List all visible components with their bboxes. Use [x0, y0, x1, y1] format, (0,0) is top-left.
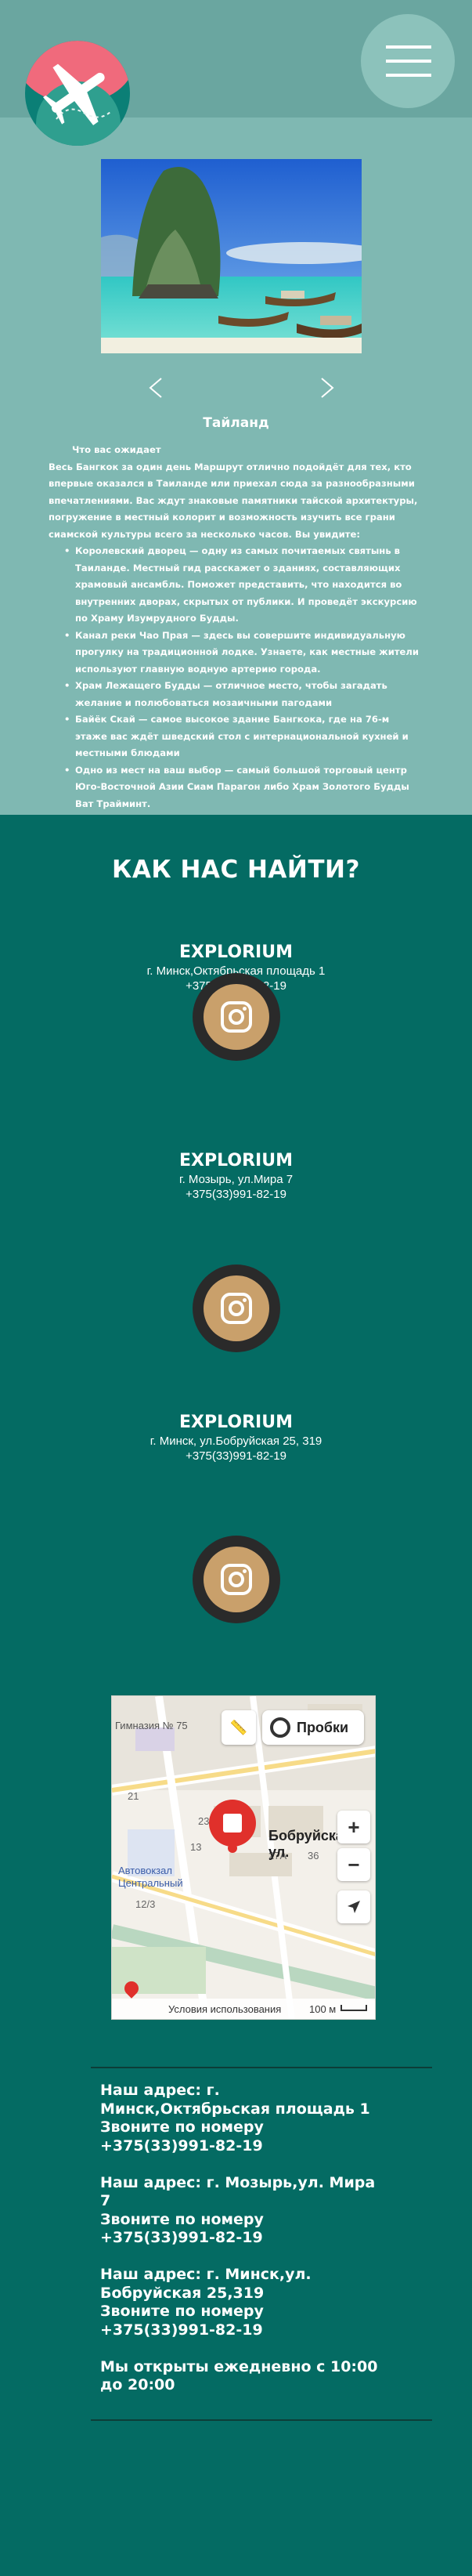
zoom-out-button[interactable]: − — [337, 1848, 370, 1881]
place-name: EXPLORIUM — [179, 1151, 293, 1170]
instagram-icon[interactable] — [193, 1264, 280, 1352]
list-item: Байёк Скай — самое высокое здание Бангко… — [64, 711, 424, 762]
footer-address-block: Наш адрес: г. Минск,ул. Бобруйская 25,31… — [100, 2266, 312, 2339]
location-map[interactable]: Гимназия № 75 Автовокзал Центральный 27А… — [111, 1695, 376, 2020]
article-intro: Весь Бангкок за один день Маршрут отличн… — [49, 461, 418, 540]
ruler-icon[interactable]: 📏 — [222, 1710, 256, 1745]
menu-line — [386, 60, 431, 63]
map-scale-bar — [340, 2005, 367, 2011]
travel-section: Тайланд Что вас ожидает Весь Бангкок за … — [0, 0, 472, 815]
map-footer: Условия использования 100 м — [112, 1999, 375, 2019]
place-name: EXPLORIUM — [179, 942, 293, 962]
contacts-title: КАК НАС НАЙТИ? — [112, 856, 360, 884]
traffic-light-icon — [270, 1717, 290, 1738]
place-phone[interactable]: +375(33)991-82-19 — [0, 1187, 472, 1202]
map-station-label2: Центральный — [118, 1877, 183, 1889]
map-station-label: Автовокзал — [118, 1865, 172, 1876]
map-house-label: 12/3 — [135, 1898, 156, 1910]
place-card: EXPLORIUM г. Минск, ул.Бобруйская 25, 31… — [0, 1412, 472, 1463]
plane-globe-logo[interactable] — [25, 41, 130, 146]
list-item: Храм Лежащего Будды — отличное место, чт… — [64, 678, 424, 711]
chevron-right-icon[interactable] — [315, 376, 339, 400]
instagram-glyph — [221, 1001, 252, 1033]
hamburger-menu-icon[interactable] — [361, 14, 455, 108]
footer-divider — [91, 2067, 432, 2068]
footer-hours: Мы открыты ежедневно с 10:00 до 20:00 — [100, 2357, 378, 2394]
footer-divider — [91, 2419, 432, 2421]
map-house-label: 23 — [198, 1815, 210, 1827]
list-item: Канал реки Чао Прая — здесь вы совершите… — [64, 628, 424, 678]
place-card: EXPLORIUM г. Мозырь, ул.Мира 7 +375(33)9… — [0, 1150, 472, 1202]
geolocation-icon[interactable] — [337, 1890, 370, 1923]
instagram-glyph — [221, 1293, 252, 1324]
slide-title: Тайланд — [203, 415, 269, 431]
footer-contacts: Наш адрес: г. Минск,Октябрьская площадь … — [100, 2082, 382, 2413]
instagram-icon[interactable] — [193, 1536, 280, 1623]
menu-line — [386, 74, 431, 77]
menu-line — [386, 45, 431, 49]
list-item: Одно из мест на ваш выбор — самый большо… — [64, 762, 424, 813]
chevron-left-icon[interactable] — [144, 376, 168, 400]
map-house-label: 21 — [128, 1790, 139, 1802]
place-address: г. Минск, ул.Бобруйская 25, 319 — [150, 1435, 322, 1448]
instagram-icon[interactable] — [193, 973, 280, 1061]
sights-list: Королевский дворец — одну из самых почит… — [49, 543, 424, 812]
instagram-glyph — [221, 1564, 252, 1595]
thailand-photo — [101, 159, 362, 353]
traffic-button[interactable]: Пробки — [262, 1710, 364, 1745]
map-school-label: Гимназия № 75 — [115, 1720, 188, 1731]
tour-description: Что вас ожидает Весь Бангкок за один ден… — [49, 442, 424, 812]
place-phone[interactable]: +375(33)991-82-19 — [0, 1449, 472, 1463]
footer-address-block: Наш адрес: г. Минск,Октябрьская площадь … — [100, 2082, 370, 2155]
place-name: EXPLORIUM — [179, 1413, 293, 1432]
place-address: г. Мозырь, ул.Мира 7 — [178, 1173, 294, 1186]
footer-address-block: Наш адрес: г. Мозырь,ул. Мира 7 Звоните … — [100, 2173, 376, 2247]
map-house-label: 13 — [190, 1841, 202, 1853]
zoom-in-button[interactable]: + — [337, 1811, 370, 1843]
map-scale-label: 100 м — [309, 2003, 337, 2015]
map-terms-link[interactable]: Условия использования — [168, 2003, 281, 2015]
article-heading: Что вас ожидает — [72, 444, 161, 455]
list-item: Королевский дворец — одну из самых почит… — [64, 543, 424, 628]
plane-icon — [43, 63, 112, 125]
traffic-label: Пробки — [297, 1719, 349, 1735]
map-marker-icon[interactable] — [209, 1800, 256, 1847]
building-icon — [223, 1814, 242, 1833]
map-pin-dot — [228, 1843, 237, 1853]
